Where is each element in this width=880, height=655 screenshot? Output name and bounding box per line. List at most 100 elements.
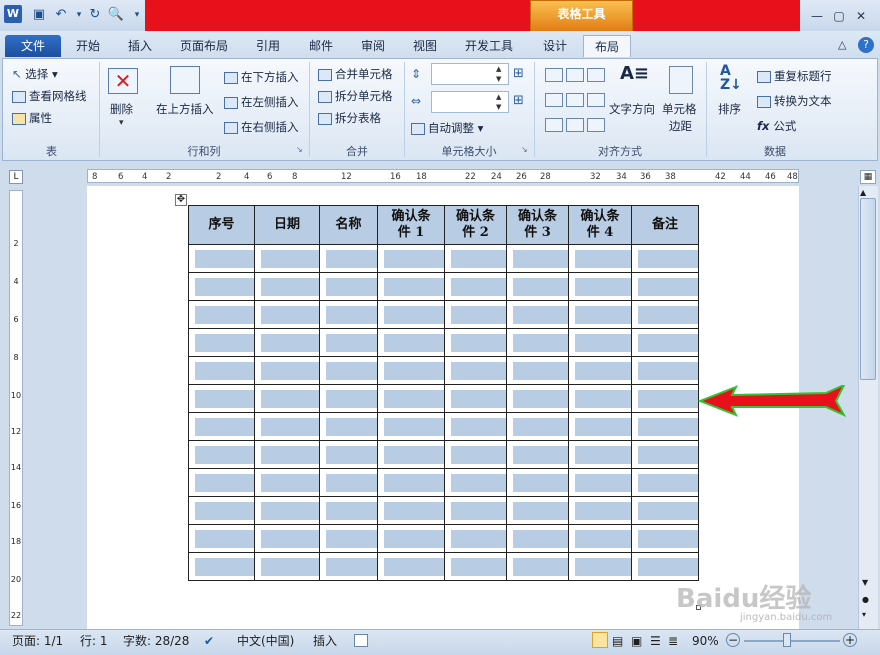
table-cell[interactable] [444,300,507,329]
table-cell[interactable] [254,412,320,441]
web-layout-icon[interactable]: ▣ [631,633,642,649]
table-cell[interactable] [254,468,320,497]
table-cell[interactable] [506,272,569,301]
undo-icon[interactable]: ↶ [52,6,70,24]
align-bottom-left-icon[interactable] [545,118,563,132]
table-cell[interactable] [568,244,632,273]
table-cell[interactable] [568,384,632,413]
table-cell[interactable] [188,328,255,357]
tab-mailings[interactable]: 邮件 [301,35,341,57]
table-cell[interactable] [506,496,569,525]
status-language[interactable]: 中文(中国) [237,633,294,649]
table-header-cell[interactable]: 序号 [188,205,255,245]
table-cell[interactable] [254,328,320,357]
cell-margins-button[interactable]: 单元格 [662,101,697,117]
table-cell[interactable] [631,384,699,413]
tab-design[interactable]: 设计 [534,35,576,57]
table-header-cell[interactable]: 日期 [254,205,320,245]
table-cell[interactable] [377,384,445,413]
align-bottom-center-icon[interactable] [566,118,584,132]
scrollbar-thumb[interactable] [860,198,876,380]
table-cell[interactable] [631,412,699,441]
align-middle-center-icon[interactable] [566,93,584,107]
table-cell[interactable] [377,244,445,273]
table-cell[interactable] [377,272,445,301]
align-top-left-icon[interactable] [545,68,563,82]
table-cell[interactable] [631,552,699,581]
table-move-handle-icon[interactable]: ✥ [175,194,187,206]
tab-developer[interactable]: 开发工具 [457,35,521,57]
table-cell[interactable] [188,468,255,497]
table-cell[interactable] [444,328,507,357]
tab-page-layout[interactable]: 页面布局 [172,35,236,57]
table-cell[interactable] [444,356,507,385]
table-cell[interactable] [377,356,445,385]
print-layout-view-icon[interactable] [592,632,608,648]
vertical-ruler[interactable]: 2 4 6 8 10 12 14 16 18 20 22 [9,190,23,626]
table-cell[interactable] [254,300,320,329]
document-table[interactable]: 序号 日期 名称 确认条件 1 确认条件 2 确认条件 3 确认条件 4 备注 [188,205,699,581]
table-header-cell[interactable]: 确认条件 1 [377,205,445,245]
table-cell[interactable] [377,552,445,581]
tab-layout[interactable]: 布局 [583,35,631,57]
scroll-up-icon[interactable]: ▲ [860,188,866,197]
table-cell[interactable] [568,496,632,525]
tab-file[interactable]: 文件 [5,35,61,57]
table-cell[interactable] [319,412,378,441]
redo-icon[interactable]: ↻ [86,6,104,24]
table-cell[interactable] [254,524,320,553]
table-cell[interactable] [631,524,699,553]
table-cell[interactable] [319,300,378,329]
table-cell[interactable] [444,524,507,553]
table-cell[interactable] [319,496,378,525]
repeat-header-rows-button[interactable]: 重复标题行 [757,68,832,84]
table-cell[interactable] [377,468,445,497]
table-cell[interactable] [254,496,320,525]
table-header-cell[interactable]: 确认条件 2 [444,205,507,245]
insert-left-button[interactable]: 在左侧插入 [224,94,299,110]
align-top-right-icon[interactable] [587,68,605,82]
sort-button[interactable]: 排序 [718,101,741,117]
tab-review[interactable]: 审阅 [353,35,393,57]
table-cell[interactable] [444,384,507,413]
table-cell[interactable] [254,272,320,301]
table-cell[interactable] [444,496,507,525]
table-cell[interactable] [506,384,569,413]
table-cell[interactable] [568,328,632,357]
table-cell[interactable] [568,272,632,301]
status-line[interactable]: 行: 1 [80,633,108,649]
split-table-button[interactable]: 拆分表格 [318,110,381,126]
table-cell[interactable] [444,552,507,581]
table-cell[interactable] [631,300,699,329]
tab-view[interactable]: 视图 [405,35,445,57]
table-cell[interactable] [319,328,378,357]
split-cells-button[interactable]: 拆分单元格 [318,88,393,104]
distribute-columns-icon[interactable]: ⊞ [513,93,524,108]
table-cell[interactable] [188,524,255,553]
formula-button[interactable]: fx 公式 [757,118,796,134]
table-cell[interactable] [568,552,632,581]
table-cell[interactable] [444,468,507,497]
tab-selector-icon[interactable]: L [9,170,23,184]
customize-toolbar-icon[interactable]: ▾ [128,6,146,24]
dialog-launcher-icon[interactable]: ↘ [296,145,303,154]
save-icon[interactable]: ▣ [30,6,48,24]
table-cell[interactable] [506,524,569,553]
table-cell[interactable] [568,356,632,385]
table-cell[interactable] [188,440,255,469]
zoom-in-icon[interactable]: + [843,633,857,647]
table-cell[interactable] [188,300,255,329]
table-cell[interactable] [254,356,320,385]
table-cell[interactable] [377,440,445,469]
table-cell[interactable] [444,412,507,441]
table-cell[interactable] [631,468,699,497]
table-header-cell[interactable]: 名称 [319,205,378,245]
text-direction-button[interactable]: 文字方向 [609,101,655,117]
table-cell[interactable] [568,468,632,497]
table-cell[interactable] [188,552,255,581]
properties-button[interactable]: 属性 [12,110,52,126]
help-icon[interactable]: ? [858,37,874,53]
dialog-launcher-icon[interactable]: ↘ [521,145,528,154]
table-cell[interactable] [319,468,378,497]
collapse-ribbon-icon[interactable]: △ [838,38,846,51]
